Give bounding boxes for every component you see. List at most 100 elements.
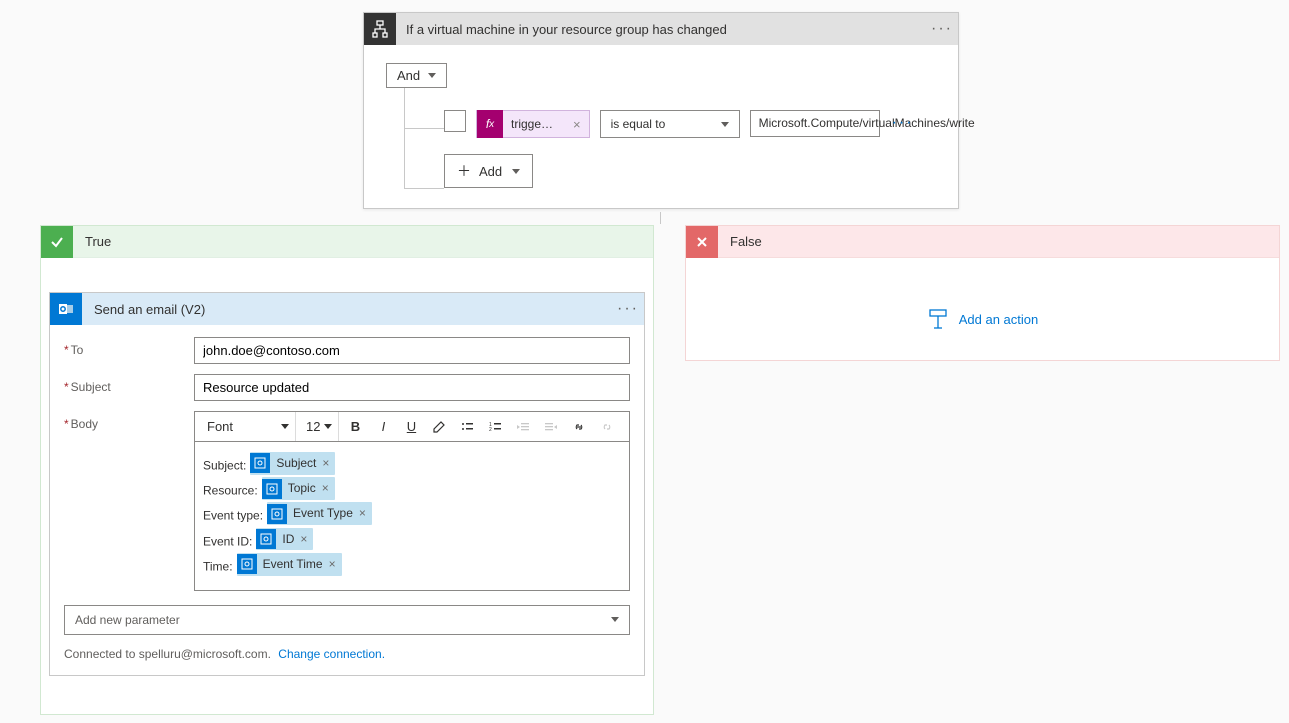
body-label: *Body <box>64 411 194 431</box>
indent-button[interactable] <box>539 415 563 439</box>
font-select[interactable]: Font <box>201 412 296 441</box>
token-icon <box>267 504 287 524</box>
expression-chip-remove[interactable]: × <box>565 117 589 132</box>
body-line: Event ID: ID× <box>203 528 621 553</box>
dynamic-token[interactable]: Subject× <box>250 452 335 475</box>
comparison-operator-select[interactable]: is equal to <box>600 110 740 138</box>
token-icon <box>256 529 276 549</box>
subject-label: *Subject <box>64 374 194 394</box>
condition-card: If a virtual machine in your resource gr… <box>363 12 959 209</box>
unlink-button[interactable] <box>595 415 619 439</box>
row-checkbox[interactable] <box>444 110 466 132</box>
chevron-down-icon <box>611 617 619 622</box>
token-label: Event Time <box>263 553 325 576</box>
action-more-menu[interactable]: ··· <box>612 293 644 325</box>
dynamic-token[interactable]: Event Type× <box>267 502 372 525</box>
underline-button[interactable]: U <box>399 415 423 439</box>
to-label: *To <box>64 337 194 357</box>
tree-line <box>404 128 444 129</box>
rich-text-toolbar: Font 12 B I U <box>194 411 630 441</box>
chevron-down-icon <box>428 73 436 78</box>
group-operator-label: And <box>397 68 420 83</box>
add-parameter-select[interactable]: Add new parameter <box>64 605 630 635</box>
true-title: True <box>73 234 111 249</box>
bullet-list-button[interactable] <box>455 415 479 439</box>
true-header[interactable]: True <box>41 226 653 258</box>
token-remove[interactable]: × <box>318 477 335 500</box>
tree-line <box>404 188 444 189</box>
token-remove[interactable]: × <box>325 553 342 576</box>
token-icon <box>250 453 270 473</box>
number-list-button[interactable]: 12 <box>483 415 507 439</box>
body-line-prefix: Subject: <box>203 458 246 472</box>
body-line-prefix: Resource: <box>203 484 258 498</box>
add-condition-label: Add <box>479 164 502 179</box>
svg-text:2: 2 <box>489 427 492 433</box>
row-more-menu[interactable]: ··· <box>890 110 916 136</box>
dynamic-token[interactable]: ID× <box>256 528 313 551</box>
link-button[interactable] <box>567 415 591 439</box>
add-action-button[interactable]: Add an action <box>927 308 1039 330</box>
false-branch-card: False Add an action <box>685 225 1280 361</box>
to-input[interactable] <box>194 337 630 364</box>
dynamic-token[interactable]: Topic× <box>262 477 335 500</box>
outdent-button[interactable] <box>511 415 535 439</box>
token-label: Topic <box>288 477 318 500</box>
connection-info: Connected to spelluru@microsoft.com. Cha… <box>64 647 630 661</box>
dynamic-token[interactable]: Event Time× <box>237 553 342 576</box>
condition-more-menu[interactable]: ··· <box>926 13 958 45</box>
comparison-value-input[interactable]: Microsoft.Compute/virtualMachines/write <box>750 110 880 137</box>
token-remove[interactable]: × <box>296 528 313 551</box>
condition-body: And fx triggerB... × is equal to Microso… <box>364 45 958 208</box>
font-size-select[interactable]: 12 <box>300 412 339 441</box>
action-title: Send an email (V2) <box>82 302 612 317</box>
false-header[interactable]: False <box>686 226 1279 258</box>
group-operator-select[interactable]: And <box>386 63 447 88</box>
condition-icon <box>364 13 396 45</box>
expression-chip-text: triggerB... <box>503 117 565 131</box>
highlight-button[interactable] <box>427 415 451 439</box>
outlook-icon <box>50 293 82 325</box>
add-parameter-placeholder: Add new parameter <box>75 613 180 627</box>
body-editor[interactable]: Subject:Subject×Resource:Topic×Event typ… <box>194 441 630 591</box>
comparison-operator-label: is equal to <box>611 117 666 131</box>
branch-connector-line <box>660 212 661 224</box>
add-action-label: Add an action <box>959 312 1039 327</box>
add-action-icon <box>927 308 949 330</box>
add-condition-button[interactable]: ＋ Add <box>444 154 533 188</box>
change-connection-link[interactable]: Change connection. <box>278 647 385 661</box>
body-line: Time: Event Time× <box>203 553 621 578</box>
body-line-prefix: Event type: <box>203 509 263 523</box>
x-icon <box>686 226 718 258</box>
caret-down-icon <box>281 424 289 429</box>
check-icon <box>41 226 73 258</box>
condition-row: fx triggerB... × is equal to Microsoft.C… <box>444 110 936 138</box>
token-label: Event Type <box>293 502 355 525</box>
body-line: Resource: Topic× <box>203 477 621 502</box>
chevron-down-icon <box>721 122 729 127</box>
fx-icon: fx <box>477 110 503 138</box>
token-icon <box>262 479 282 499</box>
token-icon <box>237 554 257 574</box>
token-remove[interactable]: × <box>318 452 335 475</box>
true-branch-card: True Send an email (V2) ··· *To *Subject <box>40 225 654 715</box>
false-title: False <box>718 234 762 249</box>
body-line: Subject: Subject× <box>203 452 621 477</box>
chevron-down-icon <box>512 169 520 174</box>
body-line: Event type: Event Type× <box>203 502 621 527</box>
plus-icon: ＋ <box>457 161 471 181</box>
body-line-prefix: Time: <box>203 559 233 573</box>
action-header[interactable]: Send an email (V2) ··· <box>50 293 644 325</box>
condition-title: If a virtual machine in your resource gr… <box>396 22 926 37</box>
condition-header[interactable]: If a virtual machine in your resource gr… <box>364 13 958 45</box>
expression-chip[interactable]: fx triggerB... × <box>476 110 590 138</box>
subject-input[interactable] <box>194 374 630 401</box>
body-line-prefix: Event ID: <box>203 534 252 548</box>
italic-button[interactable]: I <box>371 415 395 439</box>
token-label: Subject <box>276 452 318 475</box>
bold-button[interactable]: B <box>343 415 367 439</box>
send-email-action-card: Send an email (V2) ··· *To *Subject *Bod… <box>49 292 645 676</box>
token-remove[interactable]: × <box>355 502 372 525</box>
token-label: ID <box>282 528 296 551</box>
tree-line <box>404 88 405 188</box>
